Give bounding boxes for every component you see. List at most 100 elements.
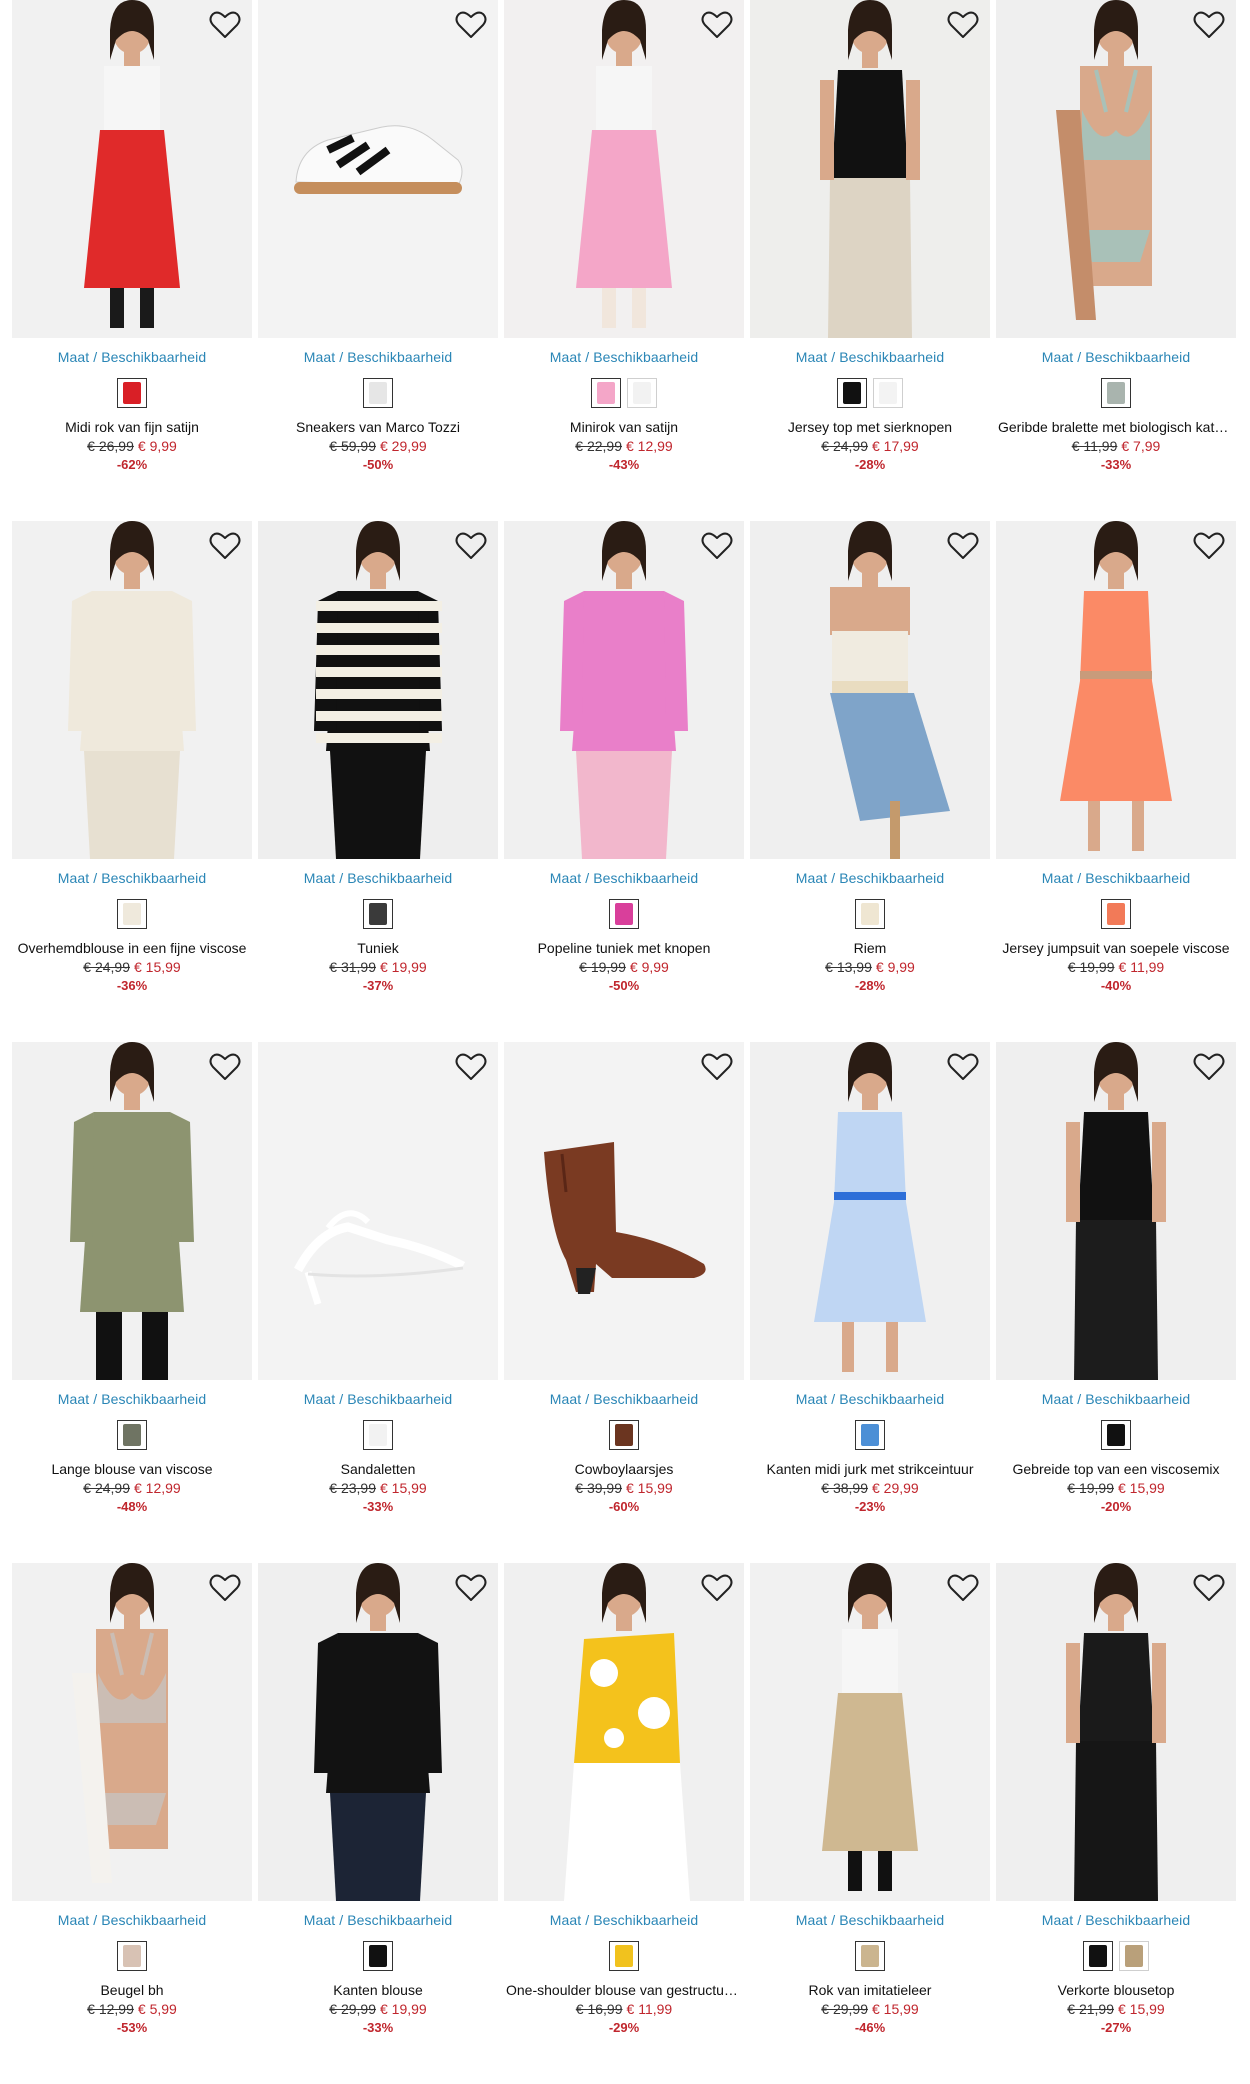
size-availability-link[interactable]: Maat / Beschikbaarheid [258, 1391, 498, 1407]
product-name[interactable]: Jersey top met sierknopen [750, 419, 990, 435]
product-name[interactable]: Lange blouse van viscose [12, 1461, 252, 1477]
size-availability-link[interactable]: Maat / Beschikbaarheid [750, 1912, 990, 1928]
heart-icon[interactable] [946, 1571, 980, 1605]
color-swatch[interactable] [855, 1420, 885, 1450]
heart-icon[interactable] [454, 1571, 488, 1605]
heart-icon[interactable] [700, 8, 734, 42]
size-availability-link[interactable]: Maat / Beschikbaarheid [750, 1391, 990, 1407]
product-card[interactable]: Maat / Beschikbaarheid Gebreide top van e… [996, 1042, 1236, 1563]
color-swatch[interactable] [1119, 1941, 1149, 1971]
product-name[interactable]: One-shoulder blouse van gestructureerde … [504, 1982, 744, 1998]
color-swatch[interactable] [117, 899, 147, 929]
product-card[interactable]: Maat / Beschikbaarheid Cowboylaarsjes € 39… [504, 1042, 744, 1563]
product-name[interactable]: Sneakers van Marco Tozzi [258, 419, 498, 435]
size-availability-link[interactable]: Maat / Beschikbaarheid [504, 1391, 744, 1407]
color-swatch[interactable] [609, 899, 639, 929]
color-swatch[interactable] [1101, 1420, 1131, 1450]
color-swatch[interactable] [363, 899, 393, 929]
product-card[interactable]: Maat / Beschikbaarheid Kanten midi jurk m… [750, 1042, 990, 1563]
size-availability-link[interactable]: Maat / Beschikbaarheid [996, 1912, 1236, 1928]
product-image[interactable] [12, 521, 252, 859]
size-availability-link[interactable]: Maat / Beschikbaarheid [504, 870, 744, 886]
product-card[interactable]: Maat / Beschikbaarheid Sandaletten € 23,99… [258, 1042, 498, 1563]
product-card[interactable]: Maat / Beschikbaarheid Geribde bralette m… [996, 0, 1236, 521]
size-availability-link[interactable]: Maat / Beschikbaarheid [258, 349, 498, 365]
color-swatch[interactable] [855, 1941, 885, 1971]
color-swatch[interactable] [363, 1420, 393, 1450]
product-card[interactable]: Maat / Beschikbaarheid Verkorte blousetop… [996, 1563, 1236, 2084]
size-availability-link[interactable]: Maat / Beschikbaarheid [12, 1391, 252, 1407]
color-swatch[interactable] [117, 378, 147, 408]
product-image[interactable] [996, 1042, 1236, 1380]
color-swatch[interactable] [609, 1420, 639, 1450]
heart-icon[interactable] [700, 1571, 734, 1605]
product-image[interactable] [12, 0, 252, 338]
size-availability-link[interactable]: Maat / Beschikbaarheid [504, 1912, 744, 1928]
heart-icon[interactable] [208, 1571, 242, 1605]
product-image[interactable] [750, 1042, 990, 1380]
size-availability-link[interactable]: Maat / Beschikbaarheid [996, 1391, 1236, 1407]
color-swatch[interactable] [873, 378, 903, 408]
heart-icon[interactable] [208, 529, 242, 563]
heart-icon[interactable] [700, 1050, 734, 1084]
product-name[interactable]: Geribde bralette met biologisch katoen [996, 419, 1236, 435]
product-name[interactable]: Popeline tuniek met knopen [504, 940, 744, 956]
size-availability-link[interactable]: Maat / Beschikbaarheid [504, 349, 744, 365]
product-image[interactable] [996, 0, 1236, 338]
product-card[interactable]: Maat / Beschikbaarheid Kanten blouse € 29,… [258, 1563, 498, 2084]
product-image[interactable] [12, 1042, 252, 1380]
product-image[interactable] [504, 1042, 744, 1380]
product-image[interactable] [258, 0, 498, 338]
heart-icon[interactable] [1192, 8, 1226, 42]
product-name[interactable]: Gebreide top van een viscosemix [996, 1461, 1236, 1477]
product-card[interactable]: Maat / Beschikbaarheid Jersey top met sie… [750, 0, 990, 521]
product-image[interactable] [996, 1563, 1236, 1901]
product-image[interactable] [258, 1042, 498, 1380]
product-card[interactable]: Maat / Beschikbaarheid Minirok van satijn… [504, 0, 744, 521]
color-swatch[interactable] [363, 378, 393, 408]
product-name[interactable]: Kanten midi jurk met strikceintuur [750, 1461, 990, 1477]
color-swatch[interactable] [117, 1941, 147, 1971]
product-image[interactable] [996, 521, 1236, 859]
heart-icon[interactable] [454, 1050, 488, 1084]
product-name[interactable]: Sandaletten [258, 1461, 498, 1477]
product-image[interactable] [12, 1563, 252, 1901]
color-swatch[interactable] [1083, 1941, 1113, 1971]
product-name[interactable]: Rok van imitatieleer [750, 1982, 990, 1998]
product-name[interactable]: Midi rok van fijn satijn [12, 419, 252, 435]
product-name[interactable]: Overhemdblouse in een fijne viscose [12, 940, 252, 956]
product-card[interactable]: Maat / Beschikbaarheid Jersey jumpsuit va… [996, 521, 1236, 1042]
product-name[interactable]: Cowboylaarsjes [504, 1461, 744, 1477]
color-swatch[interactable] [855, 899, 885, 929]
product-card[interactable]: Maat / Beschikbaarheid Midi rok van fijn … [12, 0, 252, 521]
size-availability-link[interactable]: Maat / Beschikbaarheid [12, 870, 252, 886]
heart-icon[interactable] [946, 1050, 980, 1084]
size-availability-link[interactable]: Maat / Beschikbaarheid [258, 1912, 498, 1928]
heart-icon[interactable] [1192, 529, 1226, 563]
color-swatch[interactable] [837, 378, 867, 408]
product-image[interactable] [750, 521, 990, 859]
size-availability-link[interactable]: Maat / Beschikbaarheid [996, 870, 1236, 886]
color-swatch[interactable] [591, 378, 621, 408]
product-card[interactable]: Maat / Beschikbaarheid Popeline tuniek me… [504, 521, 744, 1042]
size-availability-link[interactable]: Maat / Beschikbaarheid [750, 870, 990, 886]
product-card[interactable]: Maat / Beschikbaarheid Riem € 13,99 € 9,99 -… [750, 521, 990, 1042]
product-image[interactable] [504, 0, 744, 338]
color-swatch[interactable] [1101, 899, 1131, 929]
heart-icon[interactable] [946, 529, 980, 563]
heart-icon[interactable] [208, 1050, 242, 1084]
color-swatch[interactable] [117, 1420, 147, 1450]
size-availability-link[interactable]: Maat / Beschikbaarheid [258, 870, 498, 886]
product-image[interactable] [750, 0, 990, 338]
size-availability-link[interactable]: Maat / Beschikbaarheid [12, 349, 252, 365]
heart-icon[interactable] [454, 8, 488, 42]
product-name[interactable]: Verkorte blousetop [996, 1982, 1236, 1998]
heart-icon[interactable] [1192, 1571, 1226, 1605]
heart-icon[interactable] [1192, 1050, 1226, 1084]
product-name[interactable]: Jersey jumpsuit van soepele viscose [996, 940, 1236, 956]
heart-icon[interactable] [700, 529, 734, 563]
product-name[interactable]: Riem [750, 940, 990, 956]
product-image[interactable] [750, 1563, 990, 1901]
product-image[interactable] [258, 521, 498, 859]
product-card[interactable]: Maat / Beschikbaarheid Rok van imitatiele… [750, 1563, 990, 2084]
